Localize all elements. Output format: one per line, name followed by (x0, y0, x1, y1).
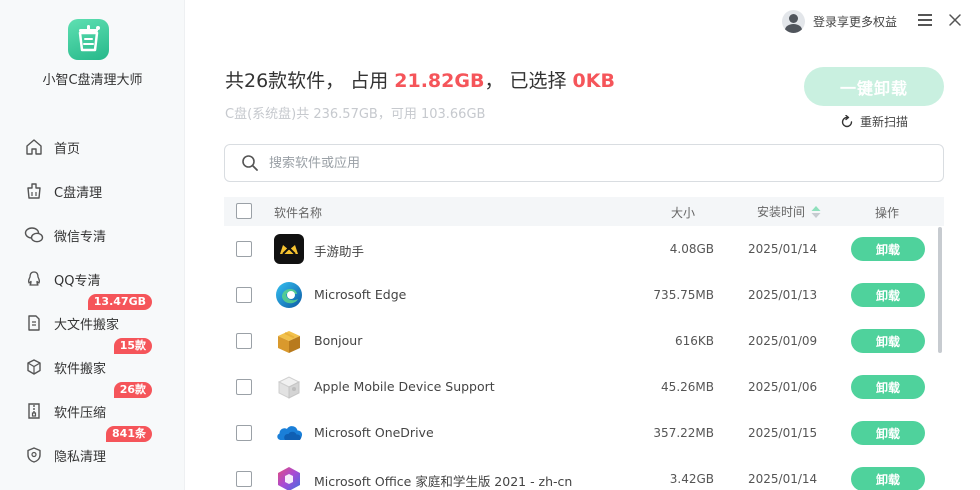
column-op: 操作 (875, 206, 900, 220)
table-header: 软件名称 大小 安装时间 操作 (224, 197, 944, 226)
uninstall-button[interactable]: 卸载 (851, 283, 925, 307)
disk-info: C盘(系统盘)共 236.57GB，可用 103.66GB (225, 107, 486, 122)
table-row: 手游助手 4.08GB 2025/01/14 卸载 (224, 226, 934, 272)
install-date: 2025/01/09 (748, 334, 818, 348)
software-name: 手游助手 (314, 244, 365, 259)
software-size: 45.26MB (661, 380, 714, 394)
game-assistant-icon (274, 234, 304, 264)
app-name: 小智C盘清理大师 (42, 73, 143, 88)
sidebar-item-wechat[interactable]: 微信专清 (24, 223, 174, 247)
table-row: Bonjour 616KB 2025/01/09 卸载 (224, 318, 934, 364)
selected-size: 0KB (572, 70, 615, 92)
sidebar-item-label: 大文件搬家 (54, 317, 120, 333)
sidebar-item-label: QQ专清 (54, 273, 101, 289)
home-icon (24, 137, 44, 157)
row-checkbox[interactable] (236, 471, 252, 487)
install-date: 2025/01/15 (748, 426, 818, 440)
row-checkbox[interactable] (236, 379, 252, 395)
uninstall-button[interactable]: 卸载 (851, 421, 925, 445)
software-name: Microsoft Office 家庭和学生版 2021 - zh-cn (314, 474, 573, 489)
summary-text: 共26款软件， 占用 21.82GB， 已选择 0KB (225, 70, 615, 92)
rescan-label: 重新扫描 (860, 115, 909, 129)
login-link[interactable]: 登录享更多权益 (782, 10, 897, 33)
sort-icon (811, 205, 821, 218)
software-size: 4.08GB (669, 242, 714, 256)
privacy-badge: 841条 (106, 426, 152, 442)
sidebar-item-large-file-move[interactable]: 大文件搬家 13.47GB (24, 294, 174, 335)
column-date-sort[interactable]: 安装时间 (757, 203, 822, 220)
software-size: 3.42GB (669, 472, 714, 486)
sidebar-item-label: C盘清理 (54, 185, 103, 201)
sidebar-item-label: 隐私清理 (54, 449, 107, 465)
software-size: 616KB (674, 334, 714, 348)
table-row: Apple Mobile Device Support 45.26MB 2025… (224, 364, 934, 410)
sidebar: 小智C盘清理大师 首页 C盘清理 微信专清 QQ专清 大文件搬家 13.47GB (0, 0, 185, 490)
sidebar-item-label: 首页 (54, 141, 81, 157)
row-checkbox[interactable] (236, 241, 252, 257)
search-input[interactable] (269, 155, 869, 171)
row-checkbox[interactable] (236, 333, 252, 349)
install-date: 2025/01/14 (748, 472, 818, 486)
package-icon (24, 357, 44, 377)
search-box (224, 144, 944, 182)
software-list: 手游助手 4.08GB 2025/01/14 卸载 Microsoft Edge… (224, 226, 934, 490)
rescan-button[interactable]: 重新扫描 (840, 113, 908, 130)
bonjour-icon (274, 326, 304, 356)
table-row: Microsoft OneDrive 357.22MB 2025/01/15 卸… (224, 410, 934, 456)
sidebar-item-home[interactable]: 首页 (24, 135, 174, 159)
total-size: 21.82GB (394, 70, 485, 92)
column-size: 大小 (671, 206, 696, 220)
close-icon[interactable] (948, 12, 962, 26)
install-date: 2025/01/13 (748, 288, 818, 302)
refresh-icon (841, 114, 853, 127)
apple-device-icon (274, 372, 304, 402)
large-file-badge: 13.47GB (87, 294, 152, 310)
software-name: Apple Mobile Device Support (314, 379, 495, 394)
shield-icon (24, 445, 44, 465)
software-size: 357.22MB (653, 426, 714, 440)
uninstall-button[interactable]: 卸载 (851, 375, 925, 399)
sidebar-item-label: 微信专清 (54, 229, 107, 245)
column-name: 软件名称 (274, 206, 323, 220)
onedrive-icon (274, 418, 304, 448)
install-date: 2025/01/14 (748, 242, 818, 256)
sidebar-item-label: 软件压缩 (54, 405, 107, 421)
app-logo-icon (68, 19, 109, 60)
sidebar-item-software-move[interactable]: 软件搬家 15款 (24, 338, 174, 379)
office-icon (274, 464, 304, 490)
software-name: Microsoft Edge (314, 287, 407, 302)
table-row: Microsoft Edge 735.75MB 2025/01/13 卸载 (224, 272, 934, 318)
menu-icon[interactable] (918, 14, 932, 26)
sidebar-item-c-clean[interactable]: C盘清理 (24, 179, 174, 203)
sidebar-item-software-compress[interactable]: 软件压缩 26款 (24, 382, 174, 423)
sidebar-item-privacy-clean[interactable]: 隐私清理 841条 (24, 426, 174, 467)
software-size: 735.75MB (653, 288, 714, 302)
uninstall-all-button[interactable]: 一键卸载 (804, 67, 944, 106)
row-checkbox[interactable] (236, 287, 252, 303)
software-compress-badge: 26款 (113, 382, 152, 398)
broom-icon (24, 181, 44, 201)
scrollbar-thumb[interactable] (938, 227, 942, 353)
uninstall-button[interactable]: 卸载 (851, 467, 925, 490)
uninstall-button[interactable]: 卸载 (851, 237, 925, 261)
qq-icon (24, 269, 44, 289)
uninstall-button[interactable]: 卸载 (851, 329, 925, 353)
row-checkbox[interactable] (236, 425, 252, 441)
software-move-badge: 15款 (113, 338, 152, 354)
sidebar-item-qq[interactable]: QQ专清 (24, 267, 174, 291)
sidebar-item-label: 软件搬家 (54, 361, 107, 377)
zip-icon (24, 401, 44, 421)
avatar (782, 10, 805, 33)
table-row: Microsoft Office 家庭和学生版 2021 - zh-cn 3.4… (224, 456, 934, 490)
install-date: 2025/01/06 (748, 380, 818, 394)
file-move-icon (24, 313, 44, 333)
select-all-checkbox[interactable] (236, 203, 252, 219)
software-name: Bonjour (314, 333, 363, 348)
software-name: Microsoft OneDrive (314, 425, 434, 440)
column-date: 安装时间 (757, 205, 806, 219)
wechat-icon (24, 225, 44, 245)
login-text: 登录享更多权益 (813, 15, 898, 29)
edge-icon (274, 280, 304, 310)
search-icon (242, 155, 258, 171)
